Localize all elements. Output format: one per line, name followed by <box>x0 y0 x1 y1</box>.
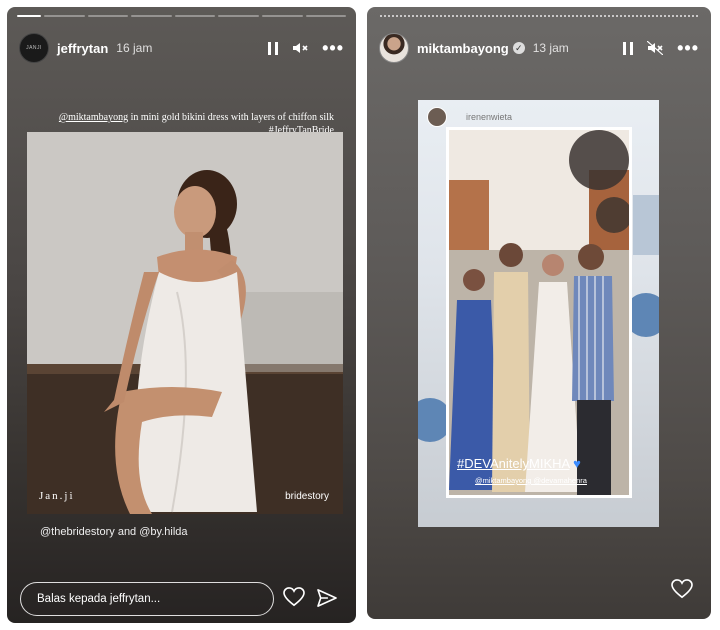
reply-placeholder: Balas kepada jeffrytan... <box>37 593 161 605</box>
story-progress-bar <box>17 15 347 17</box>
mention-byhilda[interactable]: @by.hilda <box>139 526 187 538</box>
progress-segment <box>305 15 347 17</box>
more-icon[interactable]: ••• <box>322 39 344 57</box>
story-header: JANJI jeffrytan 16 jam ••• <box>19 33 344 63</box>
repost-avatar[interactable] <box>427 107 447 127</box>
mention-tags[interactable]: @miktambayong @devamahenra <box>475 476 587 485</box>
story-progress-dots <box>379 15 699 17</box>
pause-icon[interactable] <box>268 41 279 55</box>
blue-heart-icon: ♥ <box>573 456 581 471</box>
story-right[interactable]: miktambayong ✓ 13 jam ••• irenenwieta #D… <box>367 7 711 619</box>
progress-segment <box>44 15 85 17</box>
username[interactable]: jeffrytan <box>57 41 108 56</box>
story-left[interactable]: JANJI jeffrytan 16 jam ••• @miktambayong… <box>7 7 356 623</box>
woman-in-white-dress-illustration <box>27 132 343 514</box>
verified-badge-icon: ✓ <box>512 42 525 54</box>
watermark-bridestory: bridestory <box>285 491 329 502</box>
watermark-janji: Jan.ji <box>39 490 75 502</box>
username[interactable]: miktambayong <box>417 41 509 56</box>
progress-segment <box>131 15 172 17</box>
mention-and: and <box>114 526 140 538</box>
mention-thebridestory[interactable]: @thebridestory <box>40 526 115 538</box>
progress-segment <box>87 15 129 17</box>
group-photo-illustration <box>449 130 629 495</box>
caption-mention[interactable]: @miktambayong <box>59 112 128 123</box>
avatar[interactable] <box>379 33 409 63</box>
heart-icon[interactable] <box>283 587 305 607</box>
avatar[interactable]: JANJI <box>19 33 49 63</box>
progress-segment <box>174 15 216 17</box>
send-icon[interactable] <box>317 589 337 607</box>
repost-photo-frame: #DEVAnitelyMIKHA ♥ @miktambayong @devama… <box>446 127 632 498</box>
story-caption: @miktambayong in mini gold bikini dress … <box>34 112 334 123</box>
timestamp: 13 jam <box>532 41 569 55</box>
pause-icon[interactable] <box>623 41 634 55</box>
reply-input[interactable]: Balas kepada jeffrytan... <box>20 582 274 616</box>
reposted-story[interactable]: irenenwieta #DEVAnitelyMIKHA ♥ @miktamba… <box>418 100 659 527</box>
hashtag-sticker[interactable]: #DEVAnitelyMIKHA ♥ <box>457 456 581 471</box>
heart-icon[interactable] <box>671 579 693 599</box>
progress-segment <box>17 15 42 17</box>
progress-segment <box>218 15 259 17</box>
mute-icon[interactable] <box>292 41 308 55</box>
timestamp: 16 jam <box>116 41 153 55</box>
mentions-line: @thebridestory and @by.hilda <box>40 526 188 538</box>
mute-icon[interactable] <box>647 41 664 55</box>
avatar-text: JANJI <box>26 45 42 51</box>
progress-segment <box>261 15 303 17</box>
hashtag-text[interactable]: #DEVAnitelyMIKHA <box>457 456 569 471</box>
caption-text: in mini gold bikini dress with layers of… <box>128 112 334 123</box>
story-photo: Jan.ji bridestory <box>27 132 343 514</box>
more-icon[interactable]: ••• <box>677 39 699 57</box>
story-header: miktambayong ✓ 13 jam ••• <box>379 33 699 63</box>
repost-username[interactable]: irenenwieta <box>466 112 512 122</box>
